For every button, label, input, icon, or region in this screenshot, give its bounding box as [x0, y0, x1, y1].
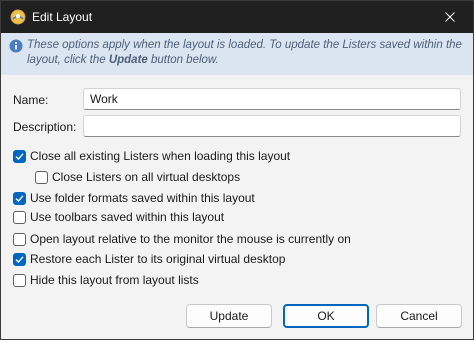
option-close-all-desktops[interactable]: Close Listers on all virtual desktops	[35, 169, 240, 185]
checkbox[interactable]	[13, 273, 26, 287]
checkmark-icon	[15, 152, 24, 160]
checkbox[interactable]	[13, 232, 26, 246]
info-emphasis: Update	[108, 54, 148, 66]
info-icon	[9, 39, 23, 53]
option-label: Hide this layout from layout lists	[30, 273, 199, 287]
checkmark-icon	[15, 194, 24, 202]
ok-button[interactable]: OK	[283, 304, 369, 328]
title-bar[interactable]: Edit Layout	[1, 1, 473, 33]
cancel-button[interactable]: Cancel	[376, 304, 462, 328]
option-label: Close all existing Listers when loading …	[30, 149, 291, 163]
update-button[interactable]: Update	[186, 304, 272, 328]
info-banner: These options apply when the layout is l…	[1, 33, 473, 75]
checkbox[interactable]	[13, 149, 26, 163]
option-relative-monitor[interactable]: Open layout relative to the monitor the …	[13, 231, 351, 247]
checkbox[interactable]	[13, 191, 26, 205]
checkmark-icon	[15, 255, 24, 263]
name-label: Name:	[13, 93, 49, 107]
option-label: Close Listers on all virtual desktops	[52, 170, 241, 184]
description-label: Description:	[13, 120, 77, 134]
checkbox[interactable]	[13, 252, 26, 266]
close-button[interactable]	[427, 1, 473, 33]
name-input[interactable]	[83, 88, 461, 110]
option-label: Use folder formats saved within this lay…	[30, 191, 255, 205]
dialog-title: Edit Layout	[32, 10, 93, 24]
description-input[interactable]	[83, 115, 461, 137]
option-restore-desktop[interactable]: Restore each Lister to its original virt…	[13, 251, 285, 267]
checkbox[interactable]	[13, 210, 26, 224]
info-text: These options apply when the layout is l…	[27, 39, 462, 66]
checkbox[interactable]	[35, 170, 48, 184]
option-close-listers[interactable]: Close all existing Listers when loading …	[13, 148, 290, 164]
close-icon	[445, 12, 455, 22]
option-toolbars[interactable]: Use toolbars saved within this layout	[13, 209, 224, 225]
option-label: Use toolbars saved within this layout	[30, 210, 225, 224]
option-hide-layout[interactable]: Hide this layout from layout lists	[13, 272, 199, 288]
app-icon	[10, 9, 26, 25]
option-label: Restore each Lister to its original virt…	[30, 252, 286, 266]
edit-layout-dialog: Edit Layout These options apply when the…	[0, 0, 474, 340]
option-folder-formats[interactable]: Use folder formats saved within this lay…	[13, 190, 255, 206]
option-label: Open layout relative to the monitor the …	[30, 232, 351, 246]
